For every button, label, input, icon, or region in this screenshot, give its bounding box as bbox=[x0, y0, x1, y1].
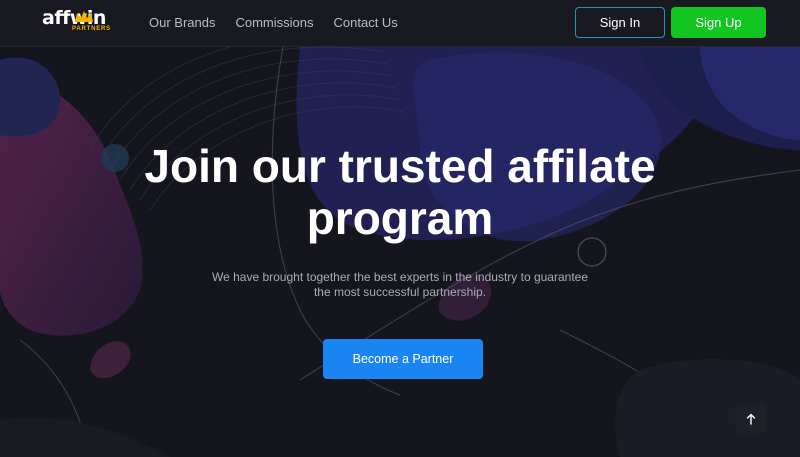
hero-subtitle-line-1: We have brought together the best expert… bbox=[211, 270, 589, 284]
hero-title-line-2: program bbox=[306, 192, 494, 244]
hero-title: Join our trusted affilate program bbox=[0, 140, 800, 244]
nav-our-brands[interactable]: Our Brands bbox=[149, 14, 215, 32]
hero-subtitle: We have brought together the best expert… bbox=[200, 270, 600, 300]
hero-subtitle-line-2: the most successful partnership. bbox=[313, 285, 487, 299]
sign-up-button[interactable]: Sign Up bbox=[671, 7, 766, 38]
logo[interactable]: affwin PARTNERS bbox=[42, 8, 112, 36]
scroll-to-top-button[interactable] bbox=[735, 403, 766, 434]
nav-commissions[interactable]: Commissions bbox=[235, 14, 313, 32]
nav-contact-us[interactable]: Contact Us bbox=[334, 14, 398, 32]
logo-subtitle: PARTNERS bbox=[72, 26, 111, 32]
sign-in-button[interactable]: Sign In bbox=[575, 7, 665, 38]
page: affwin PARTNERS Our Brands Commissions C… bbox=[0, 0, 800, 457]
header: affwin PARTNERS Our Brands Commissions C… bbox=[0, 0, 800, 47]
main-nav: Our Brands Commissions Contact Us bbox=[149, 14, 398, 32]
crown-icon bbox=[75, 11, 93, 22]
become-partner-button[interactable]: Become a Partner bbox=[323, 339, 483, 379]
hero-title-line-1: Join our trusted affilate bbox=[144, 140, 656, 192]
arrow-up-icon bbox=[746, 413, 755, 425]
